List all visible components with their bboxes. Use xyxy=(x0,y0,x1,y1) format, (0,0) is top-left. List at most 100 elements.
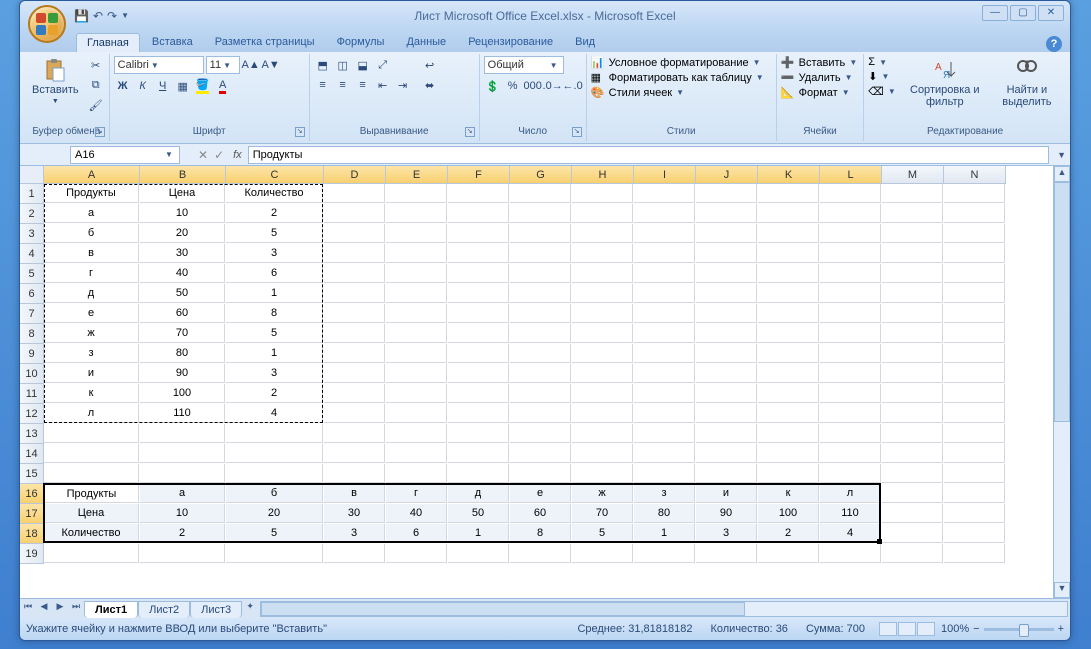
cell[interactable]: 1 xyxy=(448,524,509,543)
cell[interactable]: 10 xyxy=(140,204,225,223)
cell[interactable] xyxy=(572,404,633,423)
cell[interactable] xyxy=(758,284,819,303)
cell[interactable]: 2 xyxy=(226,204,323,223)
cell[interactable] xyxy=(324,184,385,203)
underline-button[interactable]: Ч xyxy=(154,77,172,95)
cell[interactable] xyxy=(448,344,509,363)
cell[interactable] xyxy=(820,544,881,563)
cell[interactable]: 5 xyxy=(226,324,323,343)
sheet-nav-next-icon[interactable]: ▶ xyxy=(52,601,68,617)
maximize-button[interactable]: ▢ xyxy=(1010,5,1036,21)
cell[interactable] xyxy=(944,344,1005,363)
cell[interactable] xyxy=(944,264,1005,283)
cell[interactable] xyxy=(634,544,695,563)
zoom-in-icon[interactable]: + xyxy=(1058,623,1064,635)
cell[interactable] xyxy=(510,364,571,383)
merge-button[interactable]: ⬌ xyxy=(418,76,442,94)
wrap-text-button[interactable]: ↩ xyxy=(418,56,442,74)
cell[interactable] xyxy=(634,224,695,243)
cell[interactable] xyxy=(634,324,695,343)
paste-button[interactable]: Вставить ▼ xyxy=(28,56,83,107)
cell[interactable]: 60 xyxy=(510,504,571,523)
spreadsheet-grid[interactable]: ABCDEFGHIJKLMN 1234567891011121314151617… xyxy=(20,166,1053,598)
cell[interactable] xyxy=(882,284,943,303)
cell[interactable] xyxy=(448,324,509,343)
cell[interactable] xyxy=(572,384,633,403)
clipboard-dialog-icon[interactable]: ↘ xyxy=(95,127,105,137)
cell[interactable] xyxy=(944,204,1005,223)
font-size-select[interactable]: 11▼ xyxy=(206,56,240,74)
cell[interactable] xyxy=(882,424,943,443)
cell[interactable] xyxy=(882,364,943,383)
undo-icon[interactable]: ↶ xyxy=(93,9,103,23)
cell[interactable] xyxy=(510,464,571,483)
cell[interactable]: 80 xyxy=(140,344,225,363)
column-header[interactable]: N xyxy=(944,166,1006,184)
cell[interactable] xyxy=(324,344,385,363)
cell[interactable] xyxy=(820,344,881,363)
cell[interactable] xyxy=(696,204,757,223)
cell[interactable] xyxy=(448,204,509,223)
sheet-nav-first-icon[interactable]: ⏮ xyxy=(20,601,36,617)
cell[interactable]: Количество xyxy=(226,184,323,203)
cell[interactable] xyxy=(696,404,757,423)
cell[interactable] xyxy=(758,244,819,263)
cell[interactable]: 90 xyxy=(696,504,757,523)
row-header[interactable]: 3 xyxy=(20,224,44,244)
cell[interactable] xyxy=(944,444,1005,463)
cell[interactable] xyxy=(696,464,757,483)
cell[interactable] xyxy=(448,444,509,463)
cell[interactable]: г xyxy=(44,264,139,283)
cell[interactable]: 5 xyxy=(572,524,633,543)
cell[interactable] xyxy=(634,304,695,323)
cell[interactable] xyxy=(386,184,447,203)
cell[interactable] xyxy=(572,224,633,243)
cell[interactable] xyxy=(386,464,447,483)
cell[interactable]: 80 xyxy=(634,504,695,523)
orientation-icon[interactable]: ⤢ xyxy=(374,56,392,74)
name-box[interactable]: A16▼ xyxy=(70,146,180,164)
row-header[interactable]: 1 xyxy=(20,184,44,204)
save-icon[interactable]: 💾 xyxy=(74,9,89,23)
cell[interactable] xyxy=(448,224,509,243)
cell[interactable]: л xyxy=(44,404,139,423)
cell[interactable] xyxy=(572,424,633,443)
cell[interactable] xyxy=(634,264,695,283)
fill-color-button[interactable]: 🪣 xyxy=(194,77,212,95)
cell[interactable]: 6 xyxy=(386,524,447,543)
cell[interactable] xyxy=(324,204,385,223)
cell[interactable] xyxy=(944,504,1005,523)
cell[interactable]: 5 xyxy=(226,224,323,243)
cell[interactable]: 4 xyxy=(226,404,323,423)
cell[interactable]: 90 xyxy=(140,364,225,383)
cell[interactable] xyxy=(696,304,757,323)
cell[interactable] xyxy=(882,444,943,463)
tab-Главная[interactable]: Главная xyxy=(76,33,140,52)
cell[interactable] xyxy=(758,344,819,363)
zoom-level[interactable]: 100% xyxy=(941,623,969,635)
cell[interactable] xyxy=(882,324,943,343)
cell[interactable]: б xyxy=(44,224,139,243)
cell[interactable] xyxy=(510,184,571,203)
cell[interactable] xyxy=(696,344,757,363)
align-right-icon[interactable]: ≡ xyxy=(354,76,372,94)
column-header[interactable]: C xyxy=(226,166,324,184)
find-select-button[interactable]: Найти и выделить xyxy=(992,56,1062,110)
cell[interactable]: ж xyxy=(572,484,633,503)
cell[interactable] xyxy=(572,444,633,463)
row-header[interactable]: 13 xyxy=(20,424,44,444)
cell[interactable] xyxy=(386,444,447,463)
tab-Вид[interactable]: Вид xyxy=(565,33,605,52)
sheet-tab-Лист3[interactable]: Лист3 xyxy=(190,601,242,618)
column-header[interactable]: K xyxy=(758,166,820,184)
cell[interactable] xyxy=(448,284,509,303)
font-name-select[interactable]: Calibri▼ xyxy=(114,56,204,74)
cell[interactable] xyxy=(324,284,385,303)
cell[interactable] xyxy=(882,224,943,243)
cell[interactable] xyxy=(386,244,447,263)
number-format-select[interactable]: Общий▼ xyxy=(484,56,564,74)
sheet-tab-Лист2[interactable]: Лист2 xyxy=(138,601,190,618)
cell[interactable] xyxy=(448,464,509,483)
cell[interactable] xyxy=(882,344,943,363)
cell[interactable]: 110 xyxy=(820,504,881,523)
